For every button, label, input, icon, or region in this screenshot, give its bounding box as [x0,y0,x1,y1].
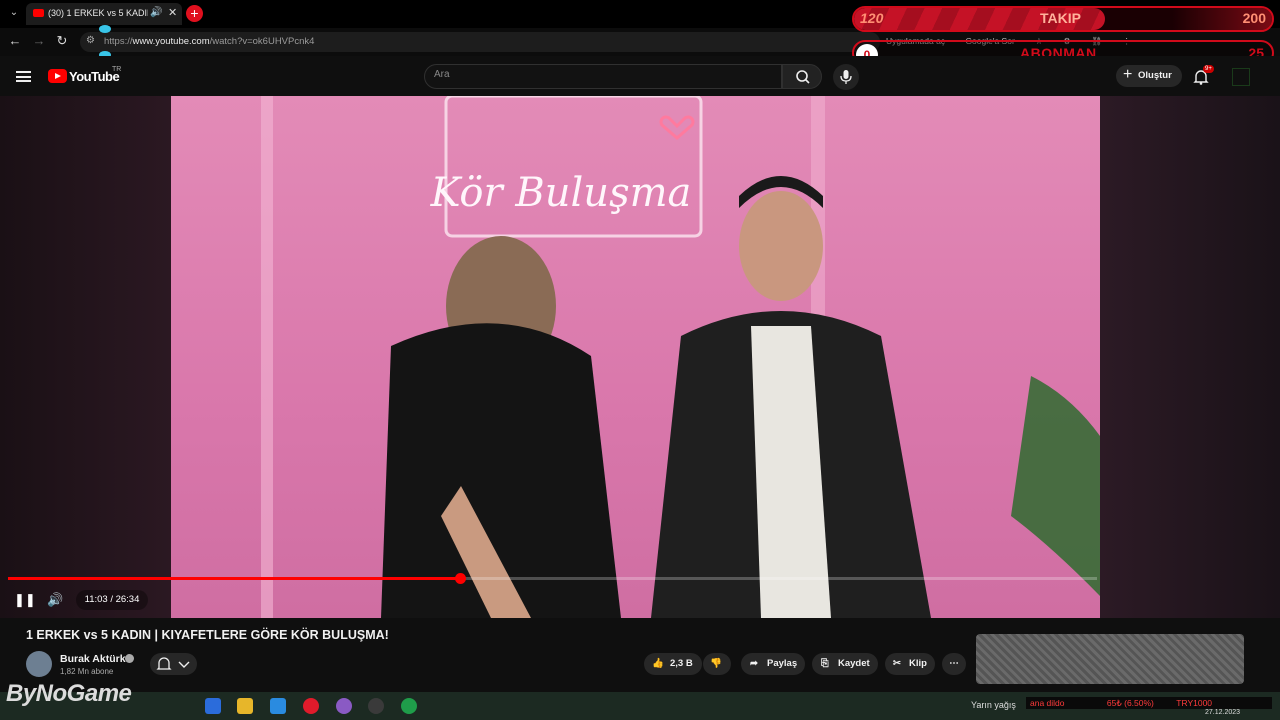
scissors-icon: ✂ [893,658,901,669]
dislike-button[interactable]: 👎 [703,653,731,675]
more-actions-button[interactable]: ⋯ [942,653,966,675]
back-arrow-icon[interactable]: ← [6,33,24,48]
bell-icon [156,657,190,670]
video-frame[interactable]: Kör Buluşma [171,96,1100,618]
account-avatar[interactable] [1232,68,1250,86]
pause-icon[interactable]: ❚❚ [14,592,36,608]
video-letterbox-left [0,96,171,618]
like-button[interactable]: 2,3 B 👍 [644,653,702,675]
channel-name[interactable]: Burak Aktürk [60,653,126,665]
share-button[interactable]: ➦ Paylaş [741,653,805,675]
subscribe-bell-button[interactable] [150,653,197,675]
site-info-icon[interactable]: ⚙ [86,35,95,46]
clip-label: Klip [909,658,927,669]
search-icon [796,70,810,84]
search-box[interactable] [424,64,782,89]
microphone-icon [840,70,852,84]
like-count: 2,3 B [670,658,693,669]
chrome-profile-taskbar-icon[interactable] [401,698,417,714]
ticker-total: TRY1000 [1176,698,1213,708]
recommended-video-thumbnail[interactable] [976,634,1244,684]
url-text[interactable]: https://www.youtube.com/watch?v=ok6UHVPc… [104,36,314,47]
search-input[interactable] [434,69,734,80]
forward-arrow-icon[interactable]: → [30,33,48,48]
cursor-overlay-dot [99,25,111,33]
tab-search-chevron-icon[interactable]: ⌄ [6,5,22,21]
youtube-logo-icon[interactable] [48,69,67,83]
video-scene-illustration: Kör Buluşma [261,96,1100,618]
taskbar-date: 27.12.2023 [1205,709,1241,716]
follow-label: TAKIP [1040,10,1081,26]
time-display: 11:03 / 26:34 [76,590,148,610]
thumbs-down-icon: 👎 [710,658,722,669]
tab-title: (30) 1 ERKEK vs 5 KADIN | K [48,8,148,18]
address-bar[interactable]: ⚙ https://www.youtube.com/watch?v=ok6UHV… [80,32,880,52]
video-progress-bar[interactable] [8,573,1097,584]
save-button[interactable]: ⎘ Kaydet [812,653,878,675]
explorer-taskbar-icon[interactable] [270,698,286,714]
chrome-taskbar-icon[interactable] [205,698,221,714]
voice-search-button[interactable] [833,64,859,90]
share-label: Paylaş [767,658,798,669]
ticker-message: ana dildo [1030,698,1065,708]
channel-avatar[interactable] [26,651,52,677]
video-letterbox-right [1100,96,1280,618]
hamburger-menu-icon[interactable] [16,71,31,82]
weather-widget[interactable]: Yarın yağış [971,700,1016,710]
youtube-header: YouTube TR Oluştur 9+ [0,56,1280,96]
progress-played [8,577,461,580]
thumbs-up-icon: 👍 [652,658,664,669]
more-dots-icon: ⋯ [949,658,959,669]
opera-taskbar-icon[interactable] [303,698,319,714]
search-button[interactable] [782,64,822,89]
audio-playing-icon[interactable]: 🔊 [150,7,162,18]
ticker-amount: 65₺ (6.50%) [1106,698,1154,708]
save-label: Kaydet [838,658,870,669]
notification-badge: 9+ [1203,65,1214,73]
video-title: 1 ERKEK vs 5 KADIN | KIYAFETLERE GÖRE KÖ… [26,628,389,642]
reload-icon[interactable]: ↻ [53,33,71,49]
bookmark-icon: ⎘ [821,658,829,669]
create-button[interactable]: Oluştur [1116,64,1182,87]
obs-taskbar-icon[interactable] [368,698,384,714]
new-tab-button[interactable]: + [186,5,203,22]
messenger-taskbar-icon[interactable] [336,698,352,714]
follow-goal: 200 [1242,10,1266,26]
subscriber-count-text: 1,82 Mn abone [60,667,114,676]
youtube-favicon-icon [33,9,44,17]
neon-sign-text: Kör Buluşma [430,170,692,216]
volume-icon[interactable]: 🔊 [47,592,63,608]
verified-check-icon [125,654,134,663]
follow-count: 120 [860,10,884,26]
donation-ticker: ana dildo 65₺ (6.50%) TRY1000 [1026,697,1272,709]
clip-button[interactable]: ✂ Klip [885,653,935,675]
browser-tab-youtube[interactable]: (30) 1 ERKEK vs 5 KADIN | K 🔊 ✕ [26,3,182,25]
bynogame-watermark: ByNoGame [6,680,132,707]
share-arrow-icon: ➦ [750,658,758,669]
video-player[interactable]: Kör Buluşma ❚❚ 🔊 11:03 / 26:34 ⬤ ▭ ⚙ ▭ ⤢ [0,96,1100,618]
store-taskbar-icon[interactable] [237,698,253,714]
close-tab-icon[interactable]: ✕ [168,6,177,19]
country-code: TR [112,66,122,73]
